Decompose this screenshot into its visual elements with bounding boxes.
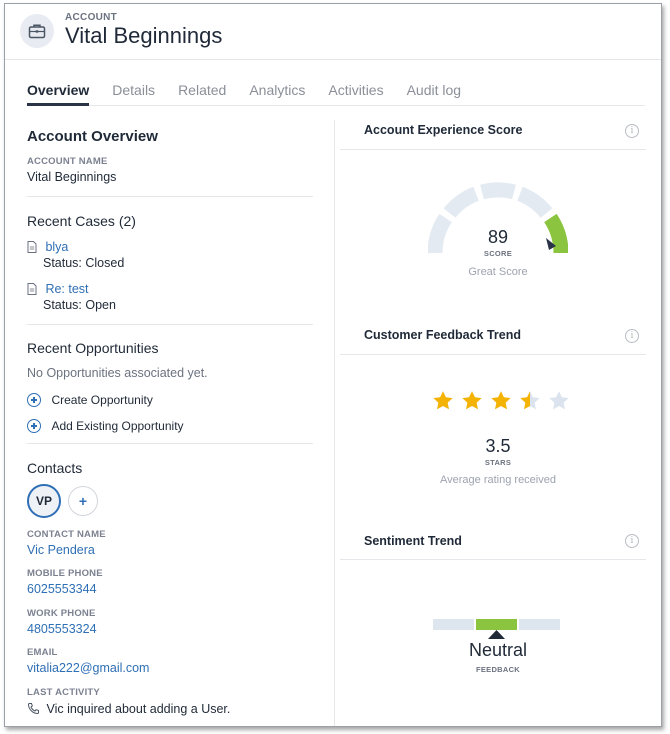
experience-score-caption: Great Score [468, 266, 528, 278]
info-icon[interactable]: i [625, 124, 639, 138]
work-phone-label: WORK PHONE [27, 608, 96, 619]
add-existing-opportunity-button[interactable]: Add Existing Opportunity [27, 417, 184, 435]
create-opportunity-label: Create Opportunity [51, 392, 153, 407]
divider [27, 196, 313, 197]
case-item: blya [27, 238, 68, 256]
contact-avatar[interactable]: VP [27, 484, 61, 518]
rating-value: 3.5 [485, 436, 511, 456]
case-status: Status: Open [43, 298, 116, 312]
mobile-phone-label: MOBILE PHONE [27, 568, 103, 579]
page-title: Vital Beginnings [65, 23, 223, 48]
add-contact-button[interactable]: + [68, 486, 98, 516]
tab-activities[interactable]: Activities [328, 70, 383, 106]
contact-name-label: CONTACT NAME [27, 529, 106, 540]
sentiment-active-segment [476, 619, 517, 630]
sentiment-trend-title: Sentiment Trend [364, 534, 462, 548]
experience-score-title: Account Experience Score [364, 123, 523, 137]
phone-call-icon [27, 703, 39, 715]
last-activity: Vic inquired about adding a User. [27, 700, 230, 718]
card-divider [340, 149, 646, 150]
sentiment-pointer [488, 630, 505, 639]
divider [27, 443, 313, 444]
experience-score-value: 89 [487, 227, 509, 247]
record-header: ACCOUNT Vital Beginnings [5, 4, 661, 60]
star-rating [432, 390, 572, 414]
card-divider [340, 559, 646, 560]
contacts-title: Contacts [27, 460, 83, 476]
add-circle-icon [27, 418, 41, 433]
feedback-trend-title: Customer Feedback Trend [364, 328, 521, 342]
document-icon [27, 240, 37, 253]
case-status: Status: Closed [43, 256, 125, 270]
document-icon [27, 282, 37, 295]
score-caption-label: SCORE [483, 249, 513, 258]
account-record-panel: ACCOUNT Vital Beginnings Overview Detail… [4, 3, 662, 727]
mobile-phone-link[interactable]: 6025553344 [27, 582, 97, 596]
info-icon[interactable]: i [625, 534, 639, 548]
briefcase-icon [20, 14, 54, 48]
sentiment-value: Neutral [468, 640, 528, 660]
divider [27, 324, 313, 325]
rating-caption: Average rating received [440, 474, 556, 486]
star-icon [549, 391, 569, 410]
account-name-label: ACCOUNT NAME [27, 156, 108, 167]
star-icon [520, 391, 540, 410]
sentiment-meter [433, 619, 560, 639]
create-opportunity-button[interactable]: Create Opportunity [27, 391, 153, 409]
account-name-value: Vital Beginnings [27, 170, 117, 184]
stars-caption-label: STARS [484, 458, 512, 467]
case-link[interactable]: Re: test [45, 282, 88, 296]
sentiment-caption-label: FEEDBACK [475, 665, 521, 674]
work-phone-link[interactable]: 4805553324 [27, 622, 97, 636]
tab-analytics[interactable]: Analytics [249, 70, 305, 106]
column-divider [334, 120, 335, 726]
tab-audit-log[interactable]: Audit log [407, 70, 461, 106]
account-overview-title: Account Overview [27, 128, 158, 145]
star-icon [433, 391, 453, 410]
contact-name-link[interactable]: Vic Pendera [27, 543, 95, 557]
email-link[interactable]: vitalia222@gmail.com [27, 661, 149, 675]
tab-overview[interactable]: Overview [27, 70, 90, 106]
record-type-label: ACCOUNT [65, 12, 118, 23]
card-divider [340, 354, 646, 355]
star-icon [491, 391, 511, 410]
recent-cases-title: Recent Cases (2) [27, 213, 136, 229]
opportunities-empty-message: No Opportunities associated yet. [27, 366, 208, 380]
tab-details[interactable]: Details [112, 70, 155, 106]
last-activity-text: Vic inquired about adding a User. [46, 701, 231, 716]
add-circle-icon [27, 392, 41, 407]
tab-bar: Overview Details Related Analytics Activ… [27, 70, 645, 106]
star-icon [462, 391, 482, 410]
case-link[interactable]: blya [45, 240, 68, 254]
tab-related[interactable]: Related [178, 70, 226, 106]
recent-opportunities-title: Recent Opportunities [27, 340, 159, 356]
last-activity-label: LAST ACTIVITY [27, 687, 100, 698]
add-existing-opportunity-label: Add Existing Opportunity [51, 418, 184, 433]
info-icon[interactable]: i [625, 329, 639, 343]
case-item: Re: test [27, 280, 89, 298]
email-label: EMAIL [27, 647, 58, 658]
